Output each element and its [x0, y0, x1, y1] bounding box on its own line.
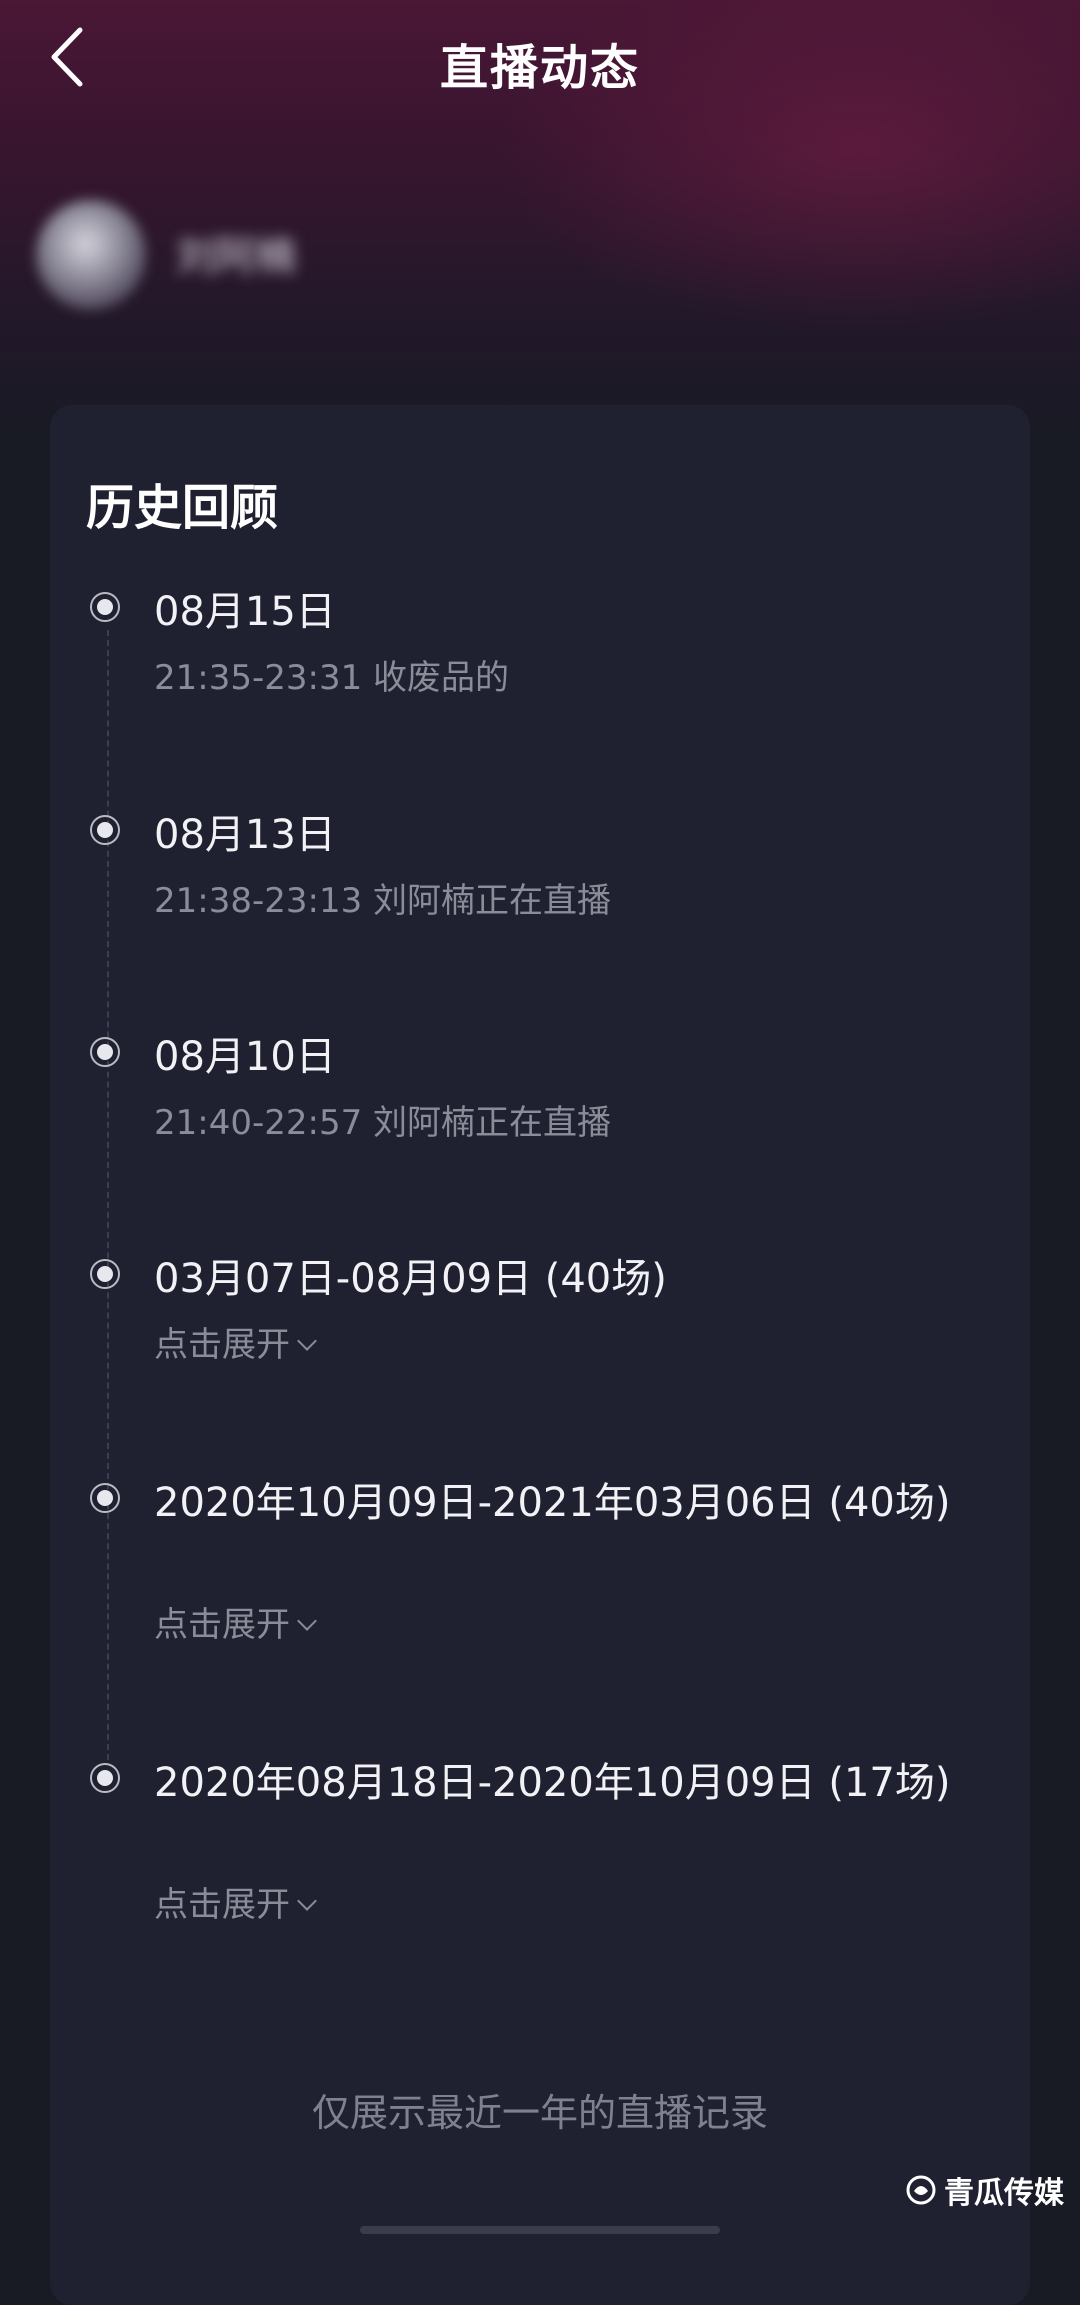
- timeline-date-range: 03月07日-08月09日 (40场): [154, 1256, 667, 1302]
- top-bar: 直播动态: [0, 0, 1080, 120]
- timeline-session-detail: 21:40-22:57 刘阿楠正在直播: [154, 1103, 612, 1143]
- timeline-date-range: 2020年10月09日-2021年03月06日 (40场): [154, 1480, 951, 1526]
- timeline-dot-icon: [90, 1259, 120, 1289]
- expand-button[interactable]: 点击展开: [154, 1321, 317, 1369]
- timeline-dot-icon: [90, 815, 120, 845]
- timeline-session-detail: 21:38-23:13 刘阿楠正在直播: [154, 881, 612, 921]
- timeline-date-range: 2020年08月18日-2020年10月09日 (17场): [154, 1760, 951, 1806]
- timeline-dot-icon: [90, 1037, 120, 1067]
- timeline-line: [107, 630, 109, 1760]
- page-title: 直播动态: [439, 40, 640, 96]
- expand-label: 点击展开: [154, 1325, 290, 1365]
- history-title: 历史回顾: [86, 480, 279, 536]
- expand-button[interactable]: 点击展开: [154, 1881, 317, 1929]
- timeline-dot-icon: [90, 1483, 120, 1513]
- brand-logo-icon: [906, 2175, 936, 2205]
- footer-note: 仅展示最近一年的直播记录: [311, 2091, 768, 2135]
- chevron-down-icon: [297, 1331, 317, 1351]
- home-indicator: [360, 2226, 720, 2234]
- expand-label: 点击展开: [154, 1885, 290, 1925]
- avatar[interactable]: [36, 200, 146, 310]
- username[interactable]: 刘阿楠: [176, 232, 376, 282]
- timeline-date: 08月15日: [154, 589, 336, 635]
- watermark: 青瓜传媒: [906, 2168, 1064, 2212]
- watermark-text: 青瓜传媒: [944, 2176, 1064, 2211]
- timeline-dot-icon: [90, 592, 120, 622]
- chevron-down-icon: [297, 1611, 317, 1631]
- timeline-date: 08月13日: [154, 812, 336, 858]
- chevron-down-icon: [297, 1891, 317, 1911]
- timeline-date: 08月10日: [154, 1034, 336, 1080]
- expand-button[interactable]: 点击展开: [154, 1601, 317, 1649]
- timeline-dot-icon: [90, 1763, 120, 1793]
- expand-label: 点击展开: [154, 1605, 290, 1645]
- timeline-session-detail: 21:35-23:31 收废品的: [154, 658, 510, 698]
